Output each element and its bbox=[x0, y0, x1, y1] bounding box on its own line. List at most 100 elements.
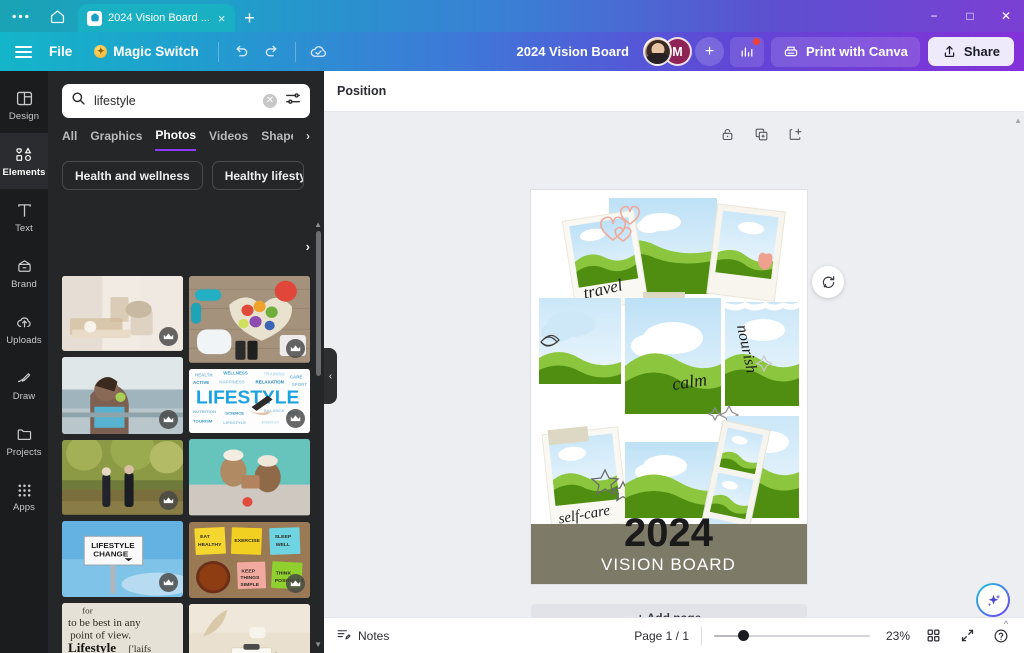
insights-icon[interactable] bbox=[730, 37, 764, 67]
svg-text:HEALTH: HEALTH bbox=[195, 372, 213, 377]
avatar[interactable] bbox=[643, 37, 672, 66]
tab-all[interactable]: All bbox=[62, 129, 77, 150]
sidebar-item-draw[interactable]: Draw bbox=[0, 357, 48, 413]
page-indicator[interactable]: Page 1 / 1 bbox=[634, 629, 689, 643]
notes-button[interactable]: Notes bbox=[336, 627, 389, 645]
result-lifestyle-dictionary-definition-photo[interactable]: for to be best in any point of view. Lif… bbox=[62, 603, 183, 653]
search-icon bbox=[71, 91, 86, 111]
sidebar-label: Elements bbox=[2, 167, 45, 178]
maximize-button[interactable]: □ bbox=[952, 0, 988, 32]
bottom-right-controls: Page 1 / 1 23% bbox=[634, 625, 1012, 647]
canvas-area[interactable]: travel bbox=[324, 112, 1024, 653]
magic-switch-button[interactable]: ✦ Magic Switch bbox=[83, 38, 210, 65]
chevron-left-icon: ‹ bbox=[329, 371, 332, 382]
document-title[interactable]: 2024 Vision Board bbox=[517, 44, 629, 59]
print-with-canva-button[interactable]: Print with Canva bbox=[771, 37, 920, 67]
sidebar-item-uploads[interactable]: Uploads bbox=[0, 301, 48, 357]
notification-dot bbox=[753, 38, 760, 45]
result-clipboard-phone-flatlay-photo[interactable] bbox=[189, 604, 310, 653]
scroll-up-arrow-icon[interactable]: ▲ bbox=[314, 220, 322, 229]
add-collaborator-button[interactable]: + bbox=[695, 37, 724, 66]
position-toolbar: Position bbox=[324, 71, 1024, 112]
canvas-scroll-up-icon[interactable]: ▲ bbox=[1014, 116, 1022, 125]
svg-text:WELL: WELL bbox=[276, 541, 290, 547]
top-bar-right-group: 2024 Vision Board M + Print with Canva S… bbox=[517, 37, 1014, 67]
sidebar-item-elements[interactable]: Elements bbox=[0, 133, 48, 189]
svg-text:TOURISM: TOURISM bbox=[193, 418, 213, 423]
sidebar-item-design[interactable]: Design bbox=[0, 77, 48, 133]
grid-view-icon[interactable] bbox=[922, 625, 944, 647]
fullscreen-icon[interactable] bbox=[956, 625, 978, 647]
design-canvas-page[interactable]: travel bbox=[531, 190, 807, 584]
result-lifestyle-word-cloud-photo[interactable]: HEALTHWELLNESS TRAININGCARE ACTIVEHAPPIN… bbox=[189, 369, 310, 434]
panel-collapse-button[interactable]: ‹ bbox=[324, 348, 337, 404]
sidebar-item-brand[interactable]: Brand bbox=[0, 245, 48, 301]
canva-favicon bbox=[87, 11, 102, 26]
notes-icon bbox=[336, 627, 351, 645]
canvas-scrollbar[interactable] bbox=[1017, 156, 1023, 653]
svg-text:to be best in any: to be best in any bbox=[68, 617, 141, 629]
svg-text:ENERGY: ENERGY bbox=[262, 419, 280, 424]
zoom-level[interactable]: 23% bbox=[882, 629, 910, 643]
filter-sliders-icon[interactable] bbox=[285, 91, 301, 112]
position-button[interactable]: Position bbox=[337, 84, 386, 98]
home-icon[interactable] bbox=[40, 0, 74, 32]
scroll-down-arrow-icon[interactable]: ▼ bbox=[314, 640, 322, 649]
cloud-saved-icon[interactable] bbox=[304, 37, 334, 67]
divider bbox=[701, 627, 702, 645]
result-cozy-reading-corner-photo[interactable] bbox=[62, 276, 183, 351]
file-menu-button[interactable]: File bbox=[38, 38, 83, 65]
result-woman-drinking-outdoors-photo[interactable] bbox=[62, 357, 183, 434]
result-sticky-notes-habits-photo[interactable]: EATHEALTHY EXERCISE SLEEPWELL KEEPTHINGS… bbox=[189, 522, 310, 598]
result-pool-relax-photo[interactable] bbox=[189, 439, 310, 515]
svg-text:SCIENCE: SCIENCE bbox=[225, 410, 244, 415]
minimize-button[interactable]: − bbox=[916, 0, 952, 32]
result-couple-running-autumn-photo[interactable] bbox=[62, 440, 183, 515]
share-button[interactable]: Share bbox=[928, 37, 1014, 66]
browser-tab[interactable]: 2024 Vision Board ... × bbox=[78, 4, 235, 32]
suggested-category-chips: Health and wellness Healthy lifestyle bbox=[48, 151, 324, 190]
result-fitness-food-flatlay-photo[interactable] bbox=[189, 276, 310, 363]
chip-health-and-wellness[interactable]: Health and wellness bbox=[62, 161, 203, 190]
expand-icon[interactable] bbox=[788, 127, 803, 147]
editor-bottom-bar: ^ Notes Page 1 / 1 23% bbox=[324, 617, 1024, 653]
add-comment-icon[interactable] bbox=[812, 266, 844, 298]
lock-icon[interactable] bbox=[720, 127, 735, 147]
clear-icon[interactable]: ✕ bbox=[263, 94, 277, 108]
collapse-timeline-handle[interactable]: ^ bbox=[984, 618, 1024, 629]
search-input[interactable] bbox=[94, 94, 255, 108]
chevron-right-icon[interactable]: › bbox=[306, 129, 310, 150]
crown-icon bbox=[159, 327, 178, 346]
sidebar-item-text[interactable]: Text bbox=[0, 189, 48, 245]
search-box[interactable]: ✕ bbox=[62, 84, 310, 118]
close-icon[interactable]: × bbox=[216, 11, 228, 26]
tab-shapes[interactable]: Shapes bbox=[261, 129, 293, 150]
new-tab-button[interactable]: + bbox=[235, 4, 265, 32]
magic-switch-label: Magic Switch bbox=[113, 44, 199, 59]
zoom-slider[interactable] bbox=[714, 629, 870, 643]
panel-scrollbar[interactable] bbox=[316, 231, 321, 376]
hamburger-menu-icon[interactable] bbox=[8, 37, 38, 67]
ellipsis-icon[interactable] bbox=[0, 0, 40, 32]
chip-healthy-lifestyle[interactable]: Healthy lifestyle bbox=[212, 161, 304, 190]
svg-text:EAT: EAT bbox=[200, 534, 210, 540]
tab-photos[interactable]: Photos bbox=[155, 128, 196, 151]
slider-knob[interactable] bbox=[738, 630, 749, 641]
design-title-year: 2024 bbox=[624, 511, 714, 555]
tab-videos[interactable]: Videos bbox=[209, 129, 248, 150]
chips-next-icon[interactable]: › bbox=[306, 239, 310, 254]
crown-icon bbox=[159, 491, 178, 510]
duplicate-icon[interactable] bbox=[754, 127, 769, 147]
redo-icon[interactable] bbox=[257, 37, 287, 67]
ai-assistant-button[interactable] bbox=[976, 583, 1010, 617]
sidebar-item-apps[interactable]: Apps bbox=[0, 469, 48, 525]
vision-board-artwork: travel bbox=[531, 190, 807, 584]
window-close-button[interactable]: ✕ bbox=[988, 0, 1024, 32]
undo-icon[interactable] bbox=[227, 37, 257, 67]
result-lifestyle-change-signpost-photo[interactable]: LIFESTYLE CHANGE bbox=[62, 521, 183, 598]
sidebar-label: Apps bbox=[13, 502, 35, 513]
sidebar-item-projects[interactable]: Projects bbox=[0, 413, 48, 469]
svg-text:ACTIVE: ACTIVE bbox=[193, 380, 209, 385]
sidebar-label: Uploads bbox=[6, 335, 42, 346]
tab-graphics[interactable]: Graphics bbox=[90, 129, 142, 150]
